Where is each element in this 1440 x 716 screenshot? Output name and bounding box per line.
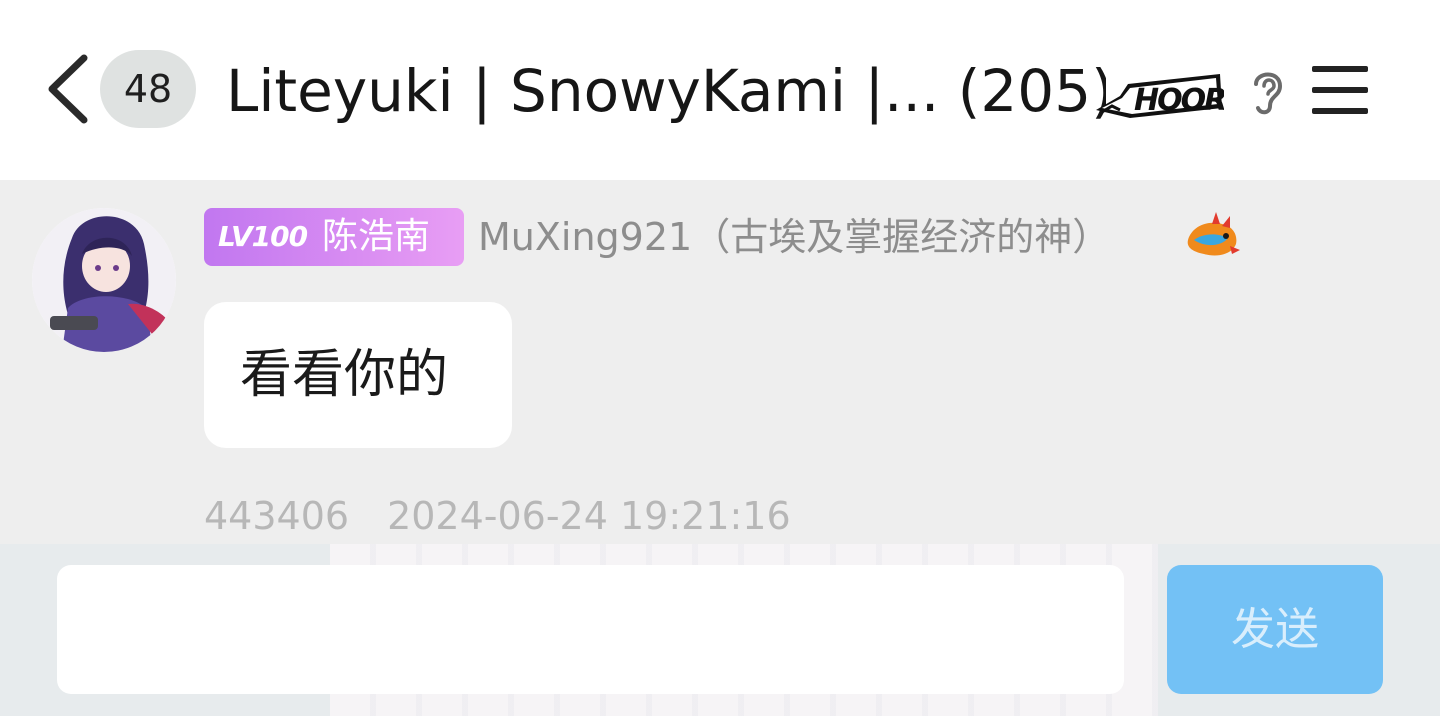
sender-id: 443406 <box>204 494 350 538</box>
ear-icon[interactable] <box>1248 64 1288 116</box>
chevron-left-icon <box>48 54 88 124</box>
message-list[interactable]: LV100 陈浩南 MuXing921（古埃及掌握经济的神） 看看你的 4434… <box>0 180 1440 544</box>
message-meta: 443406 2024-06-24 19:21:16 <box>204 490 791 542</box>
avatar[interactable] <box>32 208 176 352</box>
member-title-label: 陈浩南 <box>322 216 431 257</box>
unread-count-badge[interactable]: 48 <box>100 50 196 128</box>
message-bubble[interactable]: 看看你的 <box>204 302 512 448</box>
dragon-icon <box>1182 210 1242 264</box>
send-button[interactable]: 发送 <box>1167 565 1383 694</box>
chat-window: 48 Liteyuki | SnowyKami |... (205) HOORA… <box>0 0 1440 716</box>
hooray-logo-icon: HOORAY <box>1094 66 1270 122</box>
level-badge: LV100 陈浩南 <box>204 208 464 266</box>
message-input[interactable] <box>57 565 1124 694</box>
message-text: 看看你的 <box>240 345 449 405</box>
level-label: LV100 <box>218 220 308 253</box>
message-timestamp: 2024-06-24 19:21:16 <box>387 494 791 538</box>
svg-text:HOORAY: HOORAY <box>1134 83 1224 118</box>
composer-bar: 发送 <box>0 544 1440 716</box>
group-title[interactable]: Liteyuki | SnowyKami |... (205) <box>226 54 1106 128</box>
hamburger-menu-icon[interactable] <box>1310 62 1370 118</box>
sender-name[interactable]: MuXing921（古埃及掌握经济的神） <box>478 208 1110 266</box>
chat-header: 48 Liteyuki | SnowyKami |... (205) HOORA… <box>0 0 1440 180</box>
back-button[interactable] <box>40 52 94 126</box>
